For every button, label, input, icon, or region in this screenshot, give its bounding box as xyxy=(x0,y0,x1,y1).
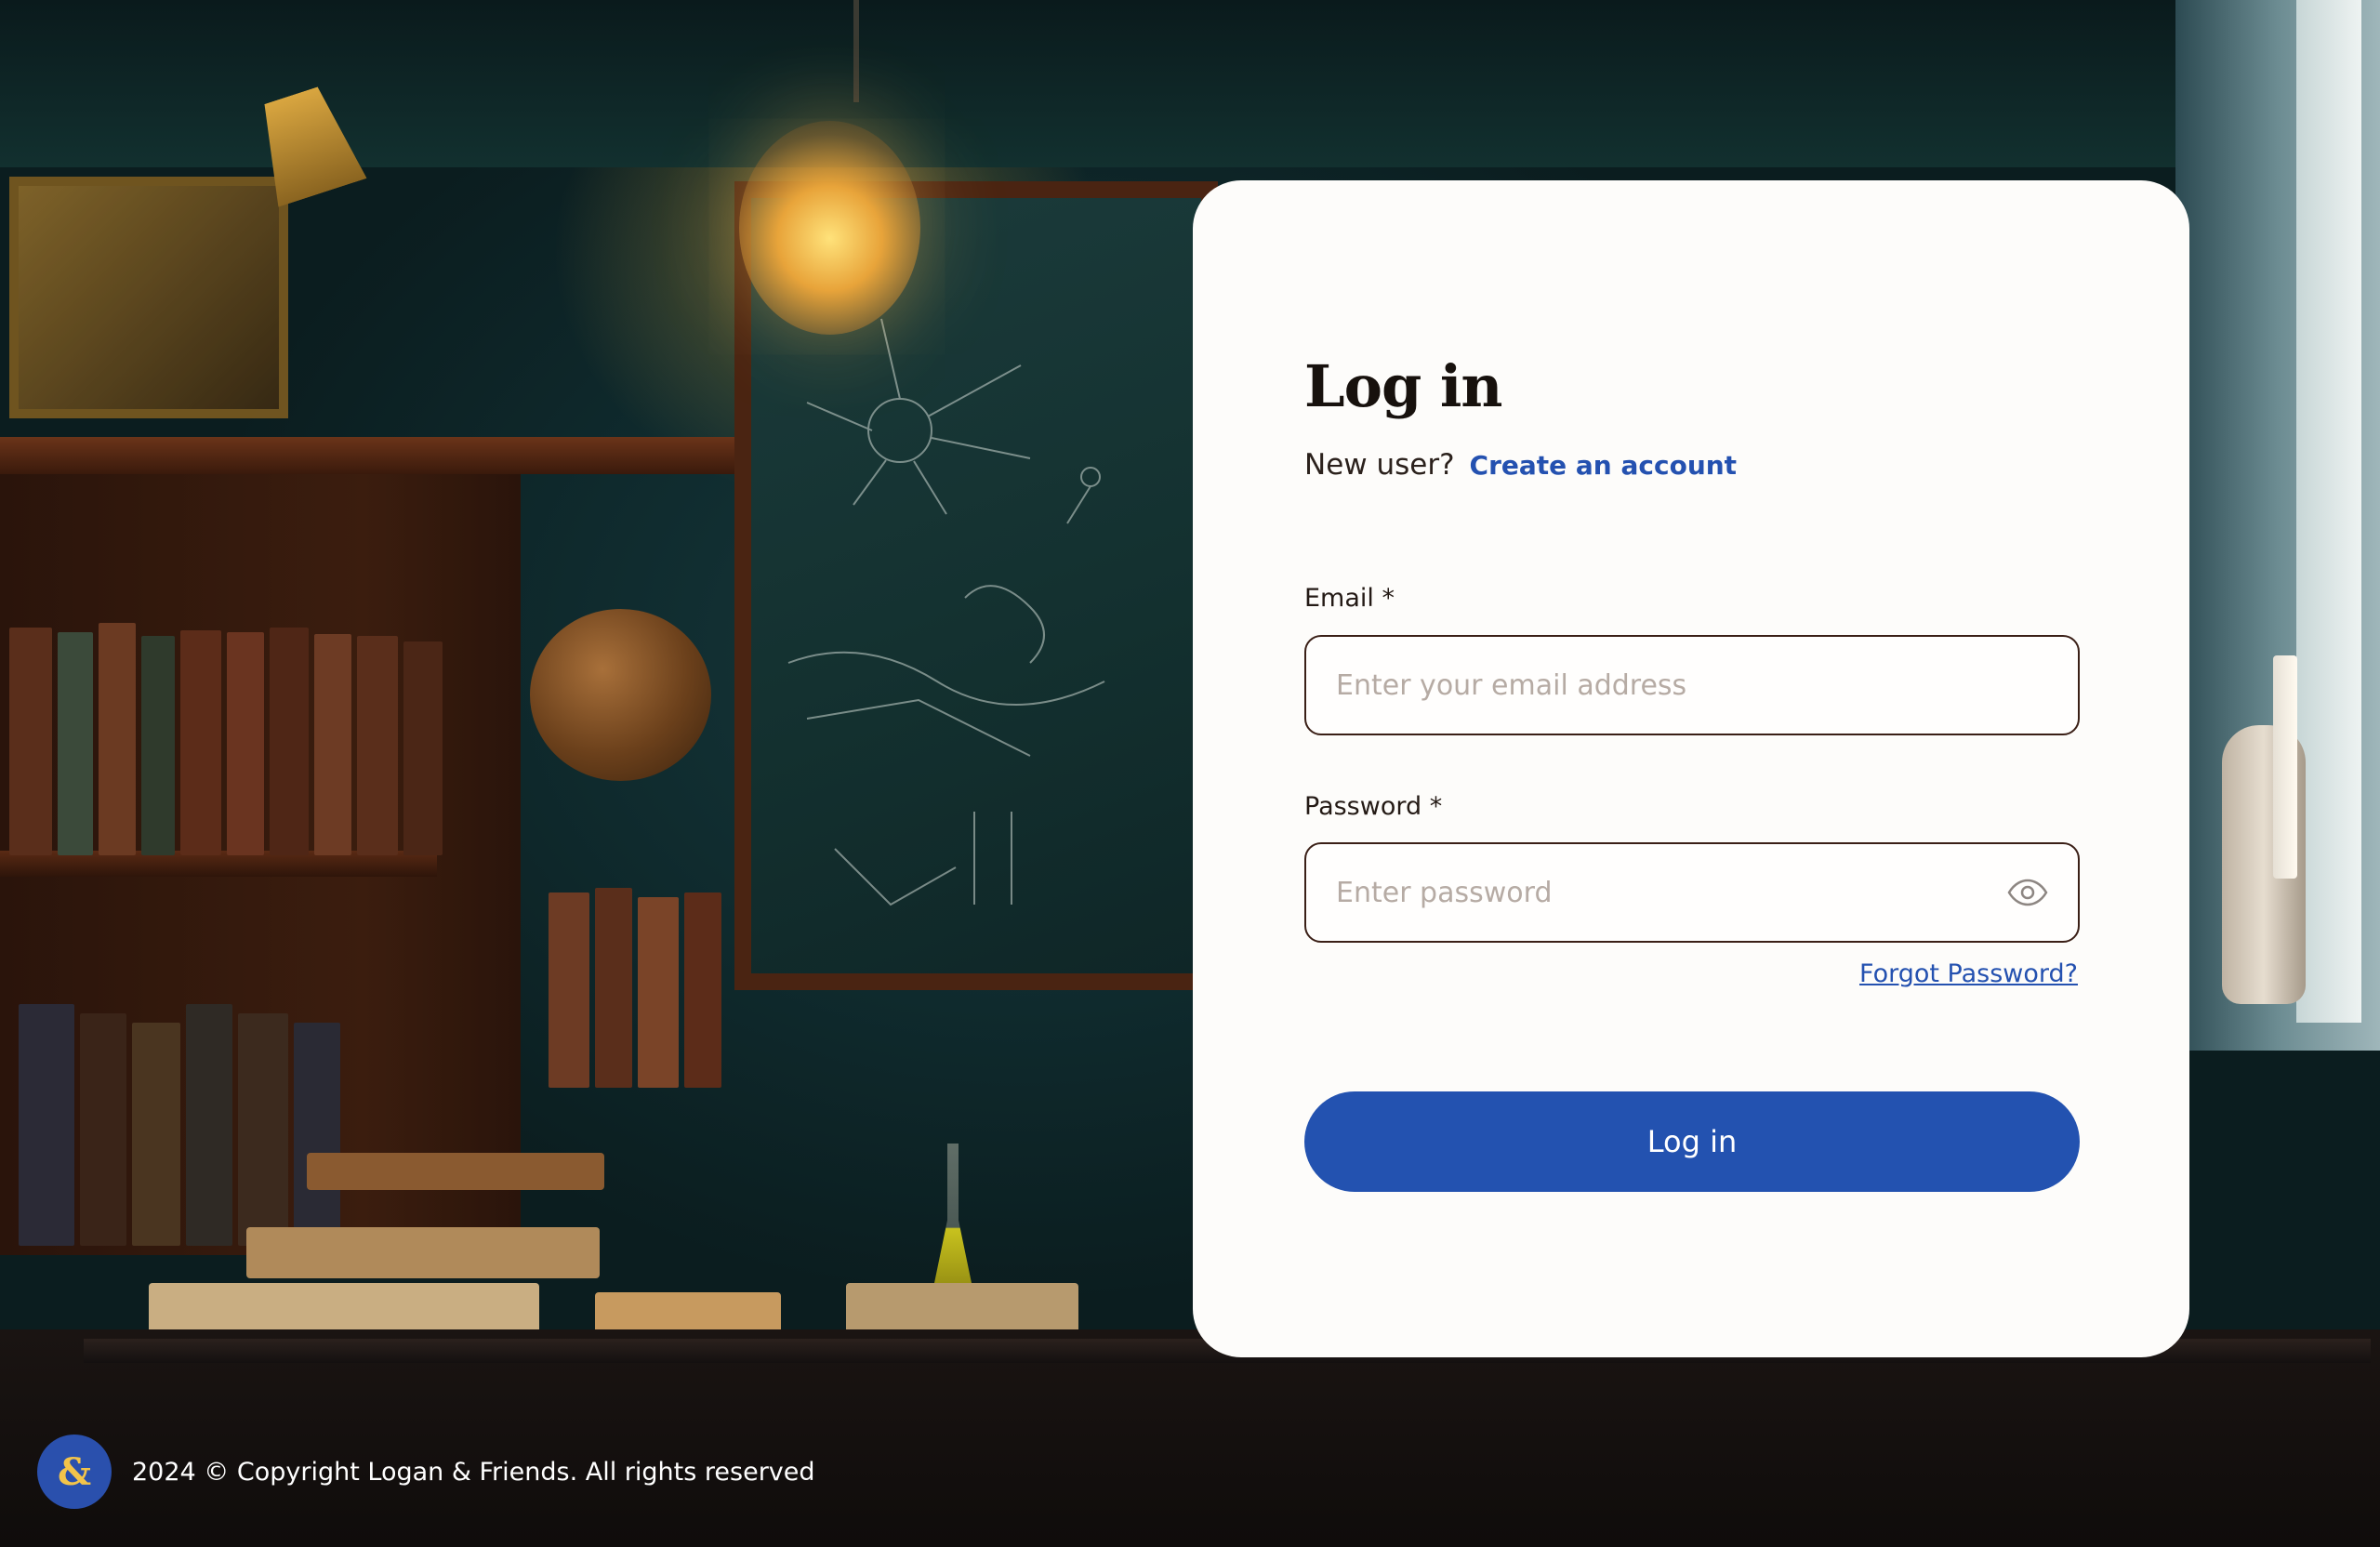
background-book-stack-1 xyxy=(307,1153,604,1190)
signup-prompt: New user? Create an account xyxy=(1304,448,1737,482)
login-button[interactable]: Log in xyxy=(1304,1091,2080,1192)
background-shelf-top xyxy=(0,437,734,474)
email-label: Email * xyxy=(1304,584,1395,613)
password-field[interactable] xyxy=(1334,875,2005,910)
background-wall xyxy=(0,0,2380,167)
email-field[interactable] xyxy=(1334,668,2050,703)
password-field-wrapper xyxy=(1304,842,2080,943)
background-framed-map xyxy=(9,177,288,418)
background-candle xyxy=(2273,655,2297,879)
background-light-bulb xyxy=(739,121,920,335)
email-field-wrapper xyxy=(1304,635,2080,735)
background-globe xyxy=(530,609,711,781)
login-page: Log in New user? Create an account Email… xyxy=(0,0,2380,1547)
copyright-text: 2024 © Copyright Logan & Friends. All ri… xyxy=(132,1457,815,1487)
page-title: Log in xyxy=(1304,352,1503,420)
eye-icon[interactable] xyxy=(2005,870,2050,915)
background-flask xyxy=(934,1144,972,1283)
eye-icon-svg xyxy=(2007,879,2048,906)
background-books-lower xyxy=(19,1004,340,1246)
new-user-text: New user? xyxy=(1304,448,1455,482)
login-card: Log in New user? Create an account Email… xyxy=(1193,180,2189,1357)
background-window-frame xyxy=(2296,0,2361,1023)
footer: & 2024 © Copyright Logan & Friends. All … xyxy=(37,1435,815,1509)
background-books-chalkboard xyxy=(549,888,721,1088)
background-book-stack-2 xyxy=(246,1227,600,1278)
background-books-row xyxy=(9,623,443,855)
forgot-password-link[interactable]: Forgot Password? xyxy=(1859,959,2078,988)
background-lamp-cord xyxy=(853,0,859,102)
logo-glyph: & xyxy=(57,1449,92,1494)
create-account-link[interactable]: Create an account xyxy=(1470,450,1738,481)
brand-logo: & xyxy=(37,1435,112,1509)
password-label: Password * xyxy=(1304,792,1443,821)
